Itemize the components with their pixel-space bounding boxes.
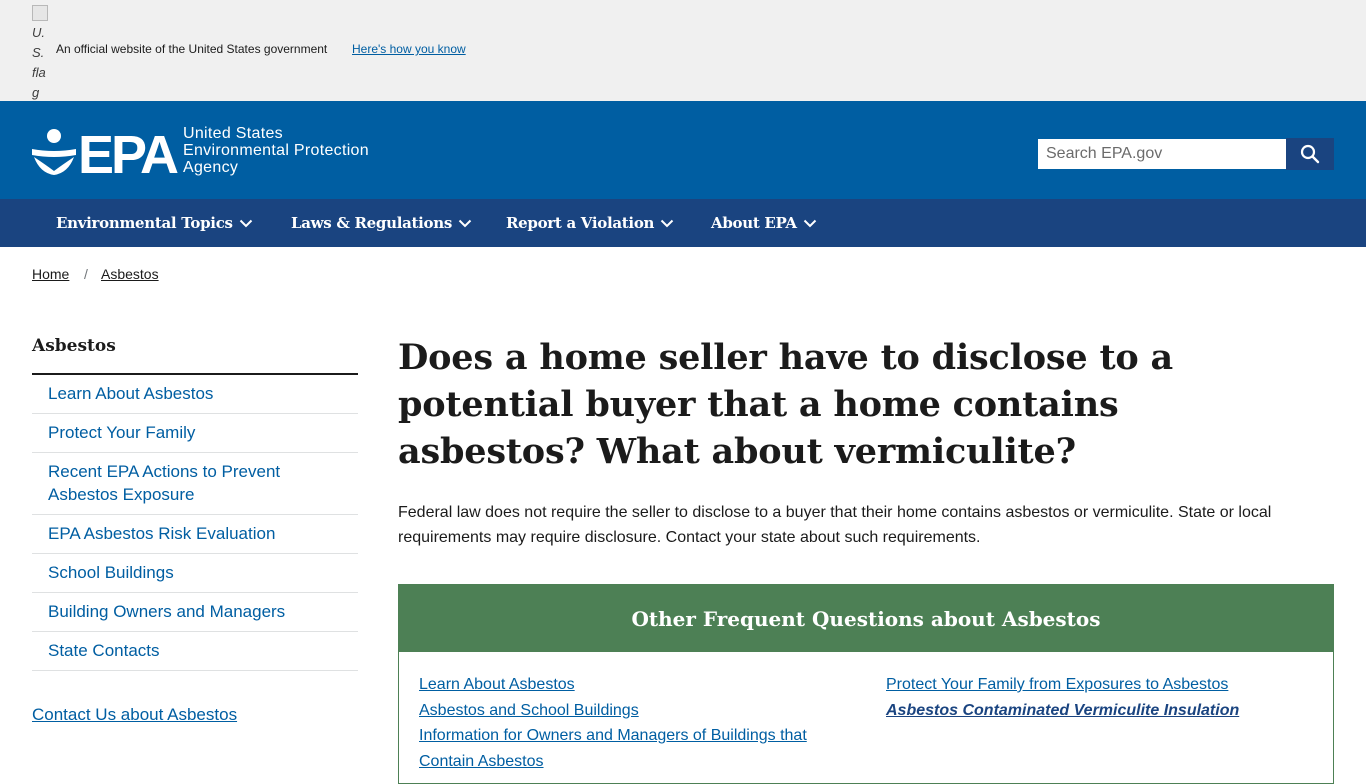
nav-item-label: Report a Violation <box>506 214 655 232</box>
main-navigation: Environmental Topics Laws & Regulations … <box>0 199 1366 247</box>
nav-laws-regulations[interactable]: Laws & Regulations <box>291 199 472 247</box>
sidebar-item-risk-evaluation[interactable]: EPA Asbestos Risk Evaluation <box>32 515 358 554</box>
faq-link-learn-about-asbestos[interactable]: Learn About Asbestos <box>419 672 839 698</box>
breadcrumb-asbestos[interactable]: Asbestos <box>101 266 159 282</box>
us-flag-image: U.S. flag <box>32 5 49 103</box>
related-links-right: Protect Your Family from Exposures to As… <box>886 672 1316 723</box>
sidebar-item-building-owners[interactable]: Building Owners and Managers <box>32 593 358 632</box>
nav-report-violation[interactable]: Report a Violation <box>506 199 674 247</box>
chevron-down-icon <box>660 219 674 227</box>
sidebar-item-state-contacts[interactable]: State Contacts <box>32 632 358 671</box>
faq-link-protect-family[interactable]: Protect Your Family from Exposures to As… <box>886 672 1316 698</box>
epa-logo-icon: EPA <box>32 125 181 185</box>
contact-us-link[interactable]: Contact Us about Asbestos <box>32 705 237 725</box>
chevron-down-icon <box>239 219 252 227</box>
sidebar-title: Asbestos <box>32 336 116 356</box>
us-flag-alt-text: U.S. flag <box>32 25 46 100</box>
agency-name-line1: United States <box>183 125 283 142</box>
broken-image-icon <box>32 5 48 21</box>
search-icon <box>1300 144 1320 164</box>
faq-link-school-buildings[interactable]: Asbestos and School Buildings <box>419 698 839 724</box>
official-site-text: An official website of the United States… <box>56 42 328 56</box>
nav-about-epa[interactable]: About EPA <box>711 199 817 247</box>
nav-item-label: About EPA <box>711 214 797 232</box>
search-input[interactable] <box>1038 139 1286 169</box>
breadcrumb-separator: / <box>84 266 88 282</box>
faq-link-owners-managers[interactable]: Information for Owners and Managers of B… <box>419 723 839 774</box>
sidebar-item-school-buildings[interactable]: School Buildings <box>32 554 358 593</box>
nav-item-label: Laws & Regulations <box>291 214 453 232</box>
sidebar-item-protect-your-family[interactable]: Protect Your Family <box>32 414 358 453</box>
faq-link-vermiculite-insulation[interactable]: Asbestos Contaminated Vermiculite Insula… <box>886 698 1316 724</box>
page-title: Does a home seller have to disclose to a… <box>398 337 1174 472</box>
heres-how-you-know-link[interactable]: Here's how you know <box>352 42 466 56</box>
site-header: EPA United States Environmental Protecti… <box>0 101 1366 199</box>
nav-environmental-topics[interactable]: Environmental Topics <box>56 199 253 247</box>
answer-paragraph: Federal law does not require the seller … <box>398 504 1272 546</box>
chevron-down-icon <box>803 219 816 227</box>
related-links-left: Learn About Asbestos Asbestos and School… <box>419 672 839 774</box>
sidebar-item-learn-about-asbestos[interactable]: Learn About Asbestos <box>32 375 358 414</box>
gov-banner: U.S. flag An official website of the Uni… <box>0 0 1366 101</box>
nav-item-label: Environmental Topics <box>56 214 233 232</box>
breadcrumb-home[interactable]: Home <box>32 266 69 282</box>
sidebar-item-recent-epa-actions[interactable]: Recent EPA Actions to Prevent Asbestos E… <box>32 453 358 515</box>
search-button[interactable] <box>1286 138 1334 170</box>
agency-name[interactable]: United States Environmental Protection A… <box>183 125 369 176</box>
agency-name-line2: Environmental Protection <box>183 142 369 159</box>
related-questions-box: Other Frequent Questions about Asbestos … <box>398 584 1334 784</box>
epa-logo[interactable]: EPA <box>32 125 182 185</box>
related-questions-heading: Other Frequent Questions about Asbestos <box>399 585 1333 652</box>
chevron-down-icon <box>458 219 472 227</box>
sidebar-nav: Learn About Asbestos Protect Your Family… <box>32 375 358 671</box>
epa-wordmark: EPA <box>78 127 178 175</box>
agency-name-line3: Agency <box>183 159 239 176</box>
